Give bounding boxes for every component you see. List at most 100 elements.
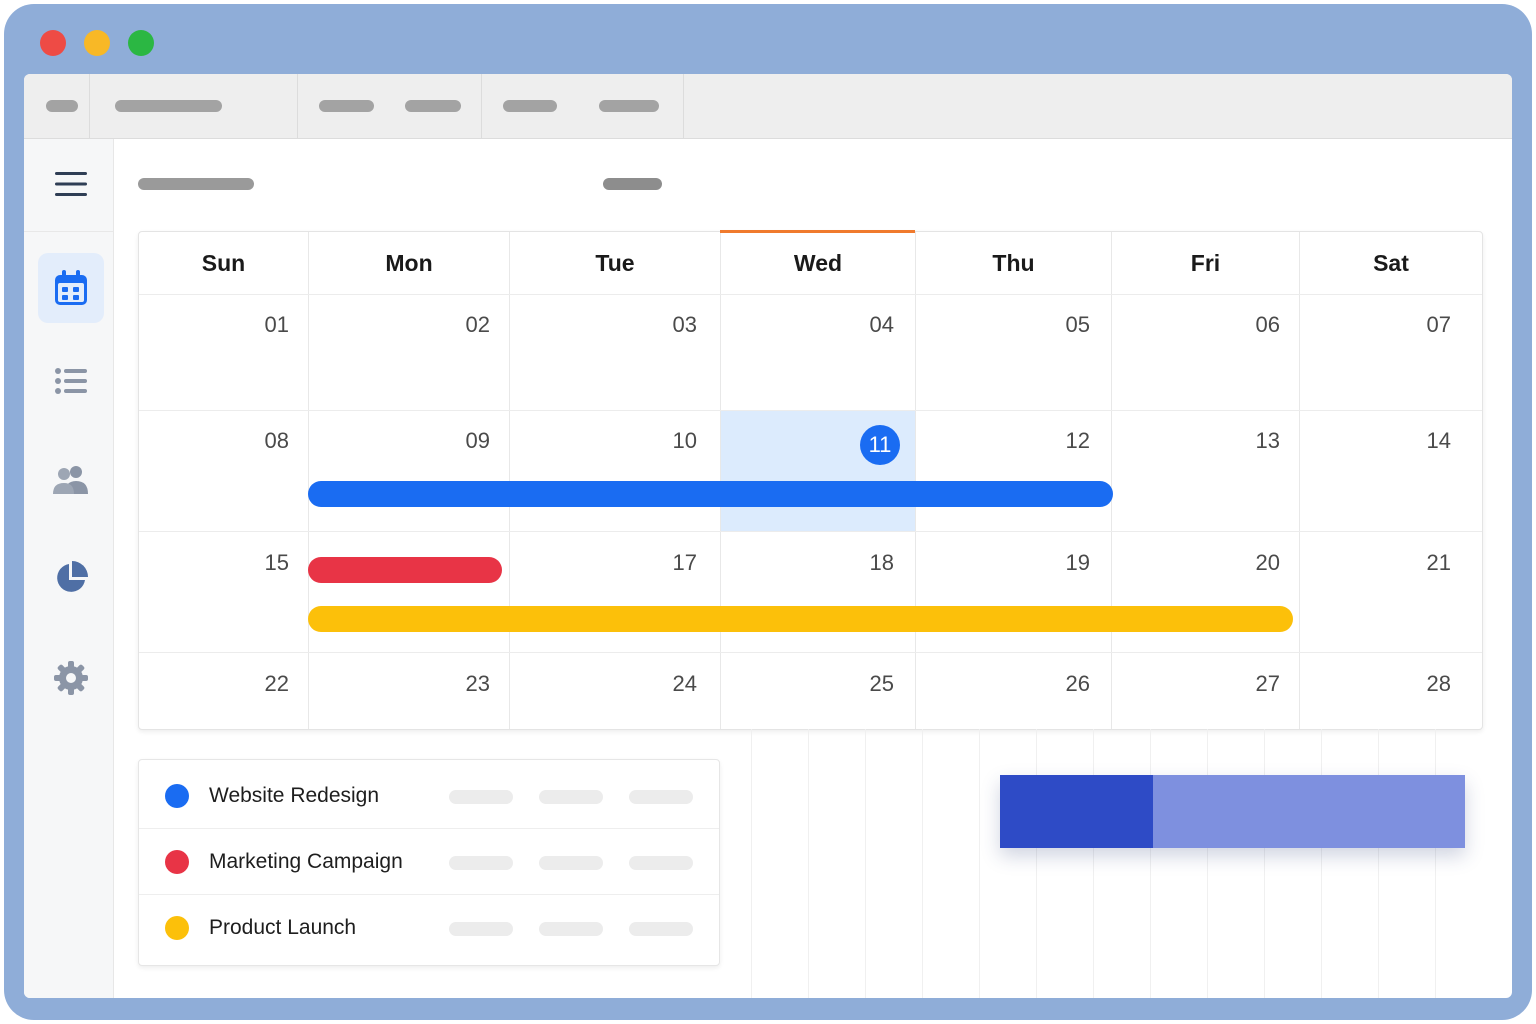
grid-line [1264,729,1265,998]
close-window-button[interactable] [40,30,66,56]
row-divider [139,531,1482,532]
day-cell-date[interactable]: 03 [637,312,697,338]
tab-placeholder[interactable] [46,100,78,112]
row-divider [139,410,1482,411]
day-cell-date[interactable]: 01 [229,312,289,338]
day-cell-date[interactable]: 13 [1220,428,1280,454]
placeholder-bar [539,856,603,870]
placeholder-bar [449,922,513,936]
grid-line [922,729,923,998]
sidebar-item-reports[interactable] [38,543,104,613]
grid-line [1150,729,1151,998]
today-badge[interactable]: 11 [860,425,900,465]
grid-line [1036,729,1037,998]
day-cell-date[interactable]: 20 [1220,550,1280,576]
weekday-header: Wed [793,250,843,276]
day-cell-date[interactable]: 05 [1030,312,1090,338]
month-label-placeholder [603,178,662,190]
pie-chart-icon [57,561,88,592]
list-icon [55,368,87,394]
legend-label: Product Launch [209,916,357,939]
tab-placeholder[interactable] [405,100,461,112]
legend-color-dot [165,784,189,808]
tab-bar [24,74,1512,139]
menu-icon [55,172,87,196]
column-divider [1111,232,1112,729]
grid-line [751,729,752,998]
grid-line [1207,729,1208,998]
day-cell-date[interactable]: 04 [834,312,894,338]
grid-line [1321,729,1322,998]
day-cell-date[interactable]: 15 [229,550,289,576]
placeholder-bar [629,856,693,870]
event-bar-marketing-campaign[interactable] [308,557,502,583]
day-cell-date[interactable]: 22 [229,671,289,697]
menu-button[interactable] [38,149,104,219]
tab-placeholder[interactable] [115,100,222,112]
legend-label: Website Redesign [209,784,380,807]
sidebar-item-calendar[interactable] [38,253,104,323]
sidebar-item-settings[interactable] [38,643,104,713]
day-cell-date[interactable]: 12 [1030,428,1090,454]
event-bar-product-launch[interactable] [308,606,1293,632]
maximize-window-button[interactable] [128,30,154,56]
day-cell-date[interactable]: 19 [1030,550,1090,576]
legend-item-website-redesign[interactable]: Website Redesign [139,762,719,828]
placeholder-bar [629,922,693,936]
day-cell-date[interactable]: 02 [430,312,490,338]
day-cell-date[interactable]: 06 [1220,312,1280,338]
day-cell-date[interactable]: 23 [430,671,490,697]
day-cell-date[interactable]: 08 [229,428,289,454]
grid-line [808,729,809,998]
day-cell-date[interactable]: 25 [834,671,894,697]
legend-item-product-launch[interactable]: Product Launch [139,894,719,960]
weekday-header: Fri [1190,250,1221,276]
tab-divider [683,74,684,138]
sidebar-item-list[interactable] [38,346,104,416]
grid-line [1435,729,1436,998]
day-cell-date[interactable]: 17 [637,550,697,576]
weekday-header: Thu [992,250,1035,276]
legend-color-dot [165,850,189,874]
placeholder-bar [539,790,603,804]
gear-icon [54,661,88,695]
calendar-grid: Sun Mon Tue Wed Thu Fri Sat 01 02 03 04 … [138,230,1483,730]
row-divider [139,294,1482,295]
placeholder-bar [449,856,513,870]
placeholder-bar [449,790,513,804]
weekday-header: Sun [201,250,246,276]
sidebar-item-people[interactable] [38,444,104,514]
tab-placeholder[interactable] [503,100,557,112]
day-cell-date[interactable]: 21 [1391,550,1451,576]
tab-placeholder[interactable] [599,100,659,112]
tab-divider [481,74,482,138]
day-cell-date[interactable]: 10 [637,428,697,454]
column-divider [308,232,309,729]
placeholder-bar [539,922,603,936]
weekday-header: Sat [1373,250,1409,276]
grid-line [979,729,980,998]
grid-line [1378,729,1379,998]
day-cell-date[interactable]: 27 [1220,671,1280,697]
day-cell-date[interactable]: 26 [1030,671,1090,697]
day-cell-date[interactable]: 18 [834,550,894,576]
grid-line [865,729,866,998]
weekday-header: Mon [385,250,433,276]
tab-placeholder[interactable] [319,100,374,112]
users-icon [53,466,88,494]
weekday-header: Tue [595,250,635,276]
day-cell-date[interactable]: 14 [1391,428,1451,454]
grid-line [1093,729,1094,998]
day-cell-date[interactable]: 28 [1391,671,1451,697]
day-cell-date[interactable]: 07 [1391,312,1451,338]
event-bar-website-redesign[interactable] [308,481,1113,507]
calendar-icon [55,270,87,305]
day-cell-date[interactable]: 09 [430,428,490,454]
column-divider [1299,232,1300,729]
tab-divider [89,74,90,138]
row-divider [139,652,1482,653]
day-cell-date[interactable]: 24 [637,671,697,697]
legend-color-dot [165,916,189,940]
minimize-window-button[interactable] [84,30,110,56]
legend-item-marketing-campaign[interactable]: Marketing Campaign [139,828,719,894]
